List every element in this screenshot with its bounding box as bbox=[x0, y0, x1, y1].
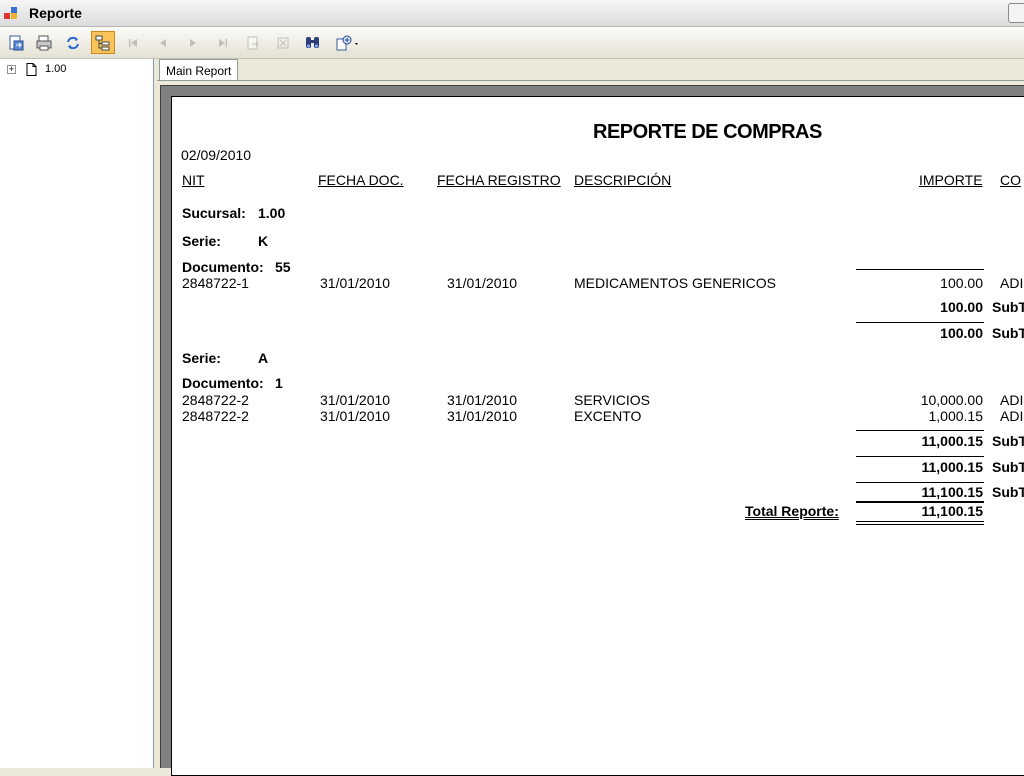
subtotal-value: 11,000.15 bbox=[921, 459, 983, 475]
report-date: 02/09/2010 bbox=[181, 147, 252, 163]
group-tree-panel[interactable]: + 1.00 bbox=[0, 59, 154, 768]
row-fecha-doc: 31/01/2010 bbox=[320, 392, 391, 408]
tab-divider bbox=[157, 80, 1024, 81]
subtotal-label: SubT bbox=[992, 459, 1024, 475]
documento-value: 1 bbox=[275, 375, 283, 391]
row-tail: ADI bbox=[1000, 392, 1024, 408]
refresh-button[interactable] bbox=[61, 31, 85, 54]
row-descripcion: EXCENTO bbox=[574, 408, 642, 424]
expand-icon[interactable]: + bbox=[7, 64, 16, 74]
zoom-icon bbox=[336, 35, 358, 50]
row-nit: 2848722-1 bbox=[182, 275, 249, 291]
row-fecha-registro: 31/01/2010 bbox=[447, 275, 518, 291]
title-bar[interactable]: Reporte bbox=[0, 0, 1024, 27]
sucursal-label: Sucursal: bbox=[182, 205, 246, 221]
row-descripcion: SERVICIOS bbox=[574, 392, 650, 408]
subtotal-value: 100.00 bbox=[940, 325, 983, 341]
window-control-button[interactable] bbox=[1008, 3, 1024, 23]
subtotal-value: 11,100.15 bbox=[921, 484, 983, 500]
subtotal-rule bbox=[856, 269, 984, 270]
column-header-nit: NIT bbox=[182, 172, 205, 188]
subtotal-rule bbox=[856, 322, 984, 323]
search-button[interactable] bbox=[301, 31, 325, 54]
report-area: Main Report REPORTE DE COMPRAS 02/09/201… bbox=[157, 59, 1024, 776]
total-label: Total Reporte: bbox=[745, 503, 839, 519]
total-double-rule bbox=[856, 524, 984, 525]
last-page-icon bbox=[219, 38, 227, 47]
subtotal-rule bbox=[856, 482, 984, 483]
subtotal-label: SubT bbox=[992, 484, 1024, 500]
tree-item-sucursal[interactable]: + 1.00 bbox=[7, 61, 66, 77]
subtotal-rule bbox=[856, 430, 984, 431]
subtotal-value: 100.00 bbox=[940, 299, 983, 315]
documento-label: Documento: bbox=[182, 375, 264, 391]
report-title: REPORTE DE COMPRAS bbox=[593, 121, 822, 143]
row-tail: ADI bbox=[1000, 408, 1024, 424]
documento-label: Documento: bbox=[182, 259, 264, 275]
serie-value: A bbox=[258, 350, 269, 366]
row-tail: ADI bbox=[1000, 275, 1024, 291]
print-icon bbox=[36, 35, 52, 50]
row-importe: 1,000.15 bbox=[928, 408, 984, 424]
stop-button[interactable] bbox=[271, 31, 295, 54]
stop-icon bbox=[277, 37, 289, 48]
next-page-icon bbox=[190, 38, 196, 47]
row-descripcion: MEDICAMENTOS GENERICOS bbox=[574, 275, 776, 291]
sucursal-value: 1.00 bbox=[258, 205, 286, 221]
column-header-fecha-doc: FECHA DOC. bbox=[318, 172, 404, 188]
group-tree-icon bbox=[95, 35, 110, 50]
first-page-icon bbox=[129, 38, 137, 47]
subtotal-rule bbox=[856, 456, 984, 457]
column-header-importe: IMPORTE bbox=[919, 172, 983, 188]
total-value: 11,100.15 bbox=[921, 503, 983, 519]
toggle-group-tree-button[interactable] bbox=[91, 31, 115, 54]
serie-value: K bbox=[258, 233, 269, 249]
report-app-icon bbox=[4, 7, 17, 19]
report-page: REPORTE DE COMPRAS 02/09/2010 NIT FECHA … bbox=[171, 96, 1024, 776]
total-double-rule bbox=[856, 521, 984, 522]
tab-main-report[interactable]: Main Report bbox=[159, 59, 239, 81]
row-fecha-registro: 31/01/2010 bbox=[447, 392, 518, 408]
serie-label: Serie: bbox=[182, 233, 221, 249]
row-fecha-registro: 31/01/2010 bbox=[447, 408, 518, 424]
window-title: Reporte bbox=[29, 5, 82, 21]
column-header-co: CO bbox=[1000, 172, 1021, 188]
first-page-button[interactable] bbox=[121, 31, 145, 54]
documento-value: 55 bbox=[275, 259, 291, 275]
row-nit: 2848722-2 bbox=[182, 392, 249, 408]
goto-page-button[interactable] bbox=[241, 31, 265, 54]
report-toolbar bbox=[0, 27, 1024, 59]
previous-page-icon bbox=[160, 38, 166, 47]
refresh-icon bbox=[67, 36, 79, 49]
subtotal-label: SubT bbox=[992, 325, 1024, 341]
tree-item-label: 1.00 bbox=[45, 63, 67, 75]
report-viewer[interactable]: REPORTE DE COMPRAS 02/09/2010 NIT FECHA … bbox=[160, 85, 1024, 776]
row-fecha-doc: 31/01/2010 bbox=[320, 408, 391, 424]
export-button[interactable] bbox=[4, 31, 28, 54]
column-header-fecha-registro: FECHA REGISTRO bbox=[437, 172, 561, 188]
goto-page-icon bbox=[247, 36, 259, 49]
document-icon bbox=[26, 62, 37, 76]
serie-label: Serie: bbox=[182, 350, 221, 366]
next-page-button[interactable] bbox=[181, 31, 205, 54]
print-button[interactable] bbox=[32, 31, 56, 54]
subtotal-value: 11,000.15 bbox=[921, 433, 983, 449]
row-nit: 2848722-2 bbox=[182, 408, 249, 424]
subtotal-label: SubT bbox=[992, 299, 1024, 315]
column-header-descripcion: DESCRIPCIÓN bbox=[574, 172, 672, 188]
search-icon bbox=[306, 36, 319, 48]
last-page-button[interactable] bbox=[211, 31, 235, 54]
zoom-dropdown-button[interactable] bbox=[332, 31, 364, 54]
row-fecha-doc: 31/01/2010 bbox=[320, 275, 391, 291]
row-importe: 10,000.00 bbox=[920, 392, 983, 408]
previous-page-button[interactable] bbox=[151, 31, 175, 54]
export-icon bbox=[9, 35, 24, 50]
subtotal-label: SubT bbox=[992, 433, 1024, 449]
row-importe: 100.00 bbox=[940, 275, 983, 291]
